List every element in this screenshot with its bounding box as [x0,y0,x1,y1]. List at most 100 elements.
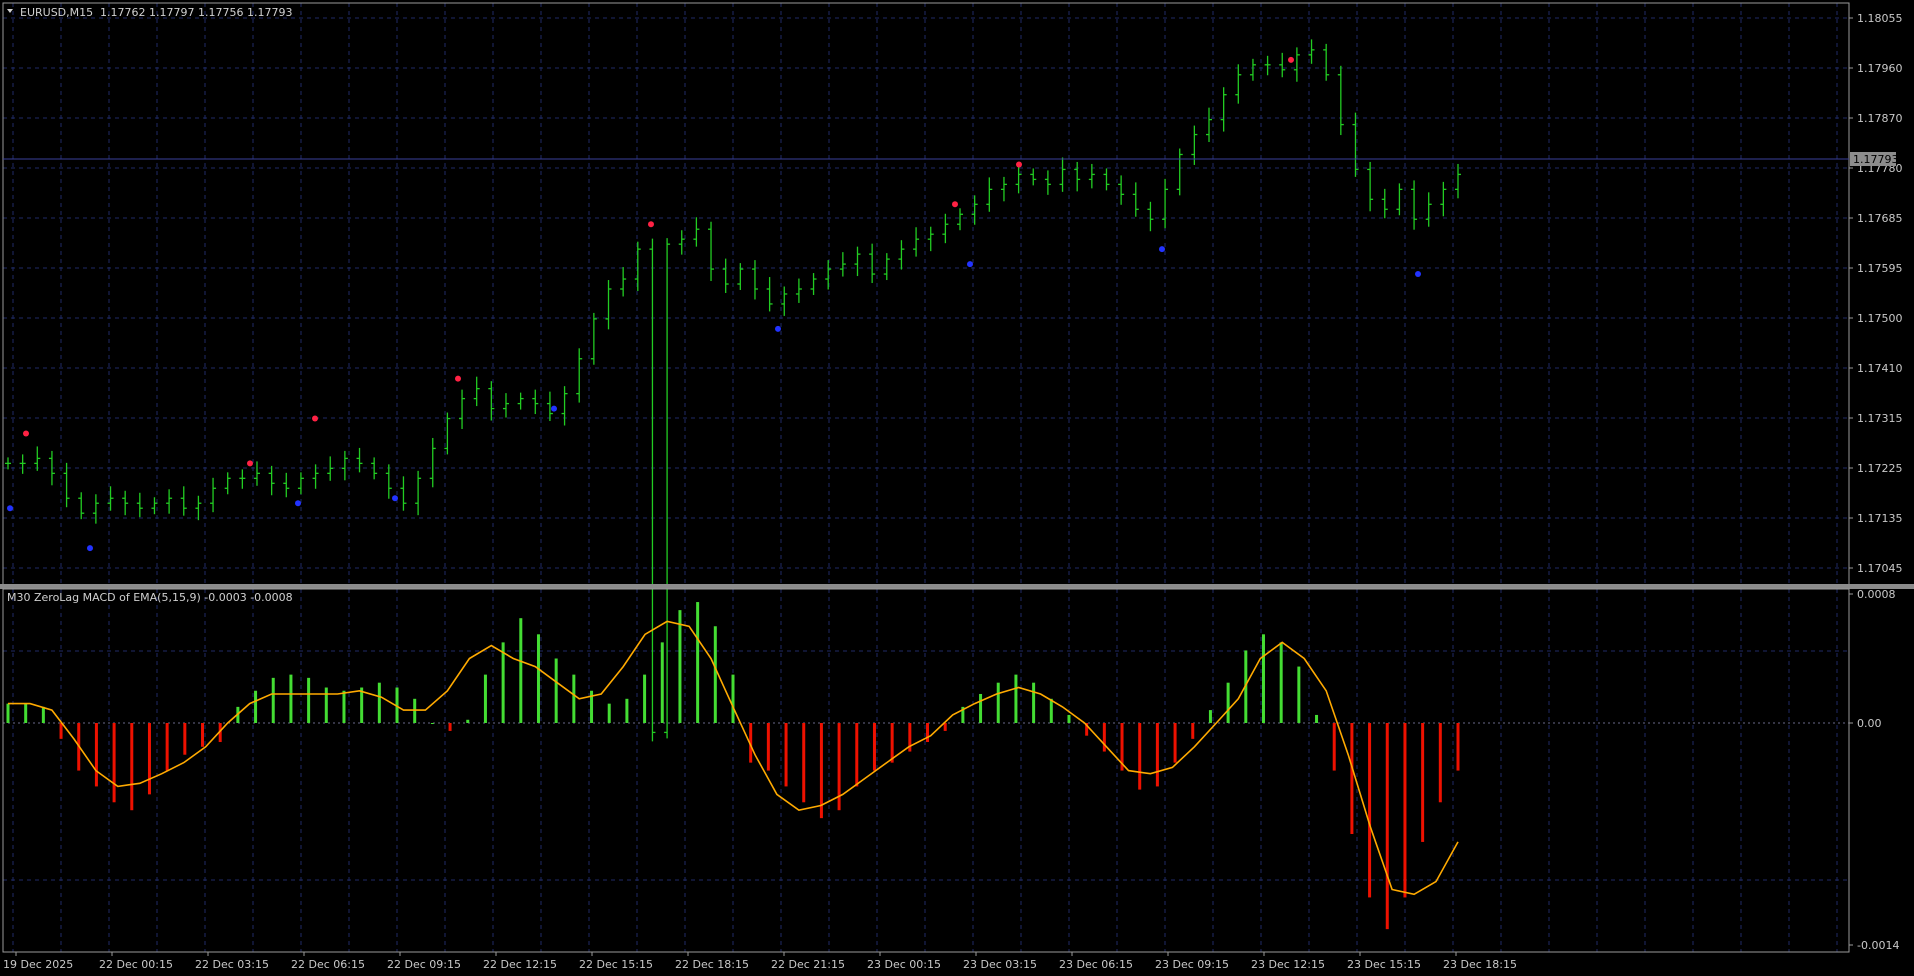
ohlc-quote-label: 1.17762 1.17797 1.17756 1.17793 [100,6,292,19]
macd-histogram-bar [1032,682,1036,723]
macd-histogram-bar [24,703,28,723]
macd-histogram-bar [1208,710,1212,723]
time-tick-label: 23 Dec 09:15 [1155,958,1229,971]
macd-indicator-label: M30 ZeroLag MACD of EMA(5,15,9) -0.0003 … [7,591,293,604]
macd-histogram-bar [660,642,664,723]
fractal-down-marker [967,261,973,268]
macd-histogram-bar [377,682,381,723]
macd-histogram-bar [607,703,611,723]
macd-histogram-bar [1456,723,1460,771]
macd-histogram-bar [1438,723,1442,803]
macd-histogram-bar [307,677,311,723]
macd-histogram-bar [572,674,576,723]
current-price-value: 1.17793 [1853,153,1899,166]
macd-histogram-bar [1049,698,1053,723]
fractal-down-marker [551,405,557,412]
fractal-up-marker [1288,56,1294,63]
macd-histogram-bar [1173,723,1177,763]
macd-histogram-bar [1315,714,1319,723]
fractal-down-marker [87,545,93,552]
macd-histogram-bar [802,723,806,803]
macd-histogram-bar [536,634,540,723]
price-tick-label: 1.17500 [1857,312,1903,325]
macd-histogram-bar [943,723,947,731]
time-tick-label: 22 Dec 21:15 [771,958,845,971]
price-tick-label: 1.17315 [1857,412,1903,425]
time-tick-label: 22 Dec 15:15 [579,958,653,971]
panel-splitter[interactable] [0,584,1914,589]
fractal-up-marker [1016,161,1022,168]
macd-histogram-bar [1403,723,1407,898]
macd-histogram-bar [147,723,151,795]
price-tick-label: 1.17225 [1857,462,1903,475]
macd-histogram-bar [731,674,735,723]
fractal-up-marker [23,430,29,437]
macd-histogram-bar [1155,723,1159,787]
macd-histogram-bar [1014,674,1018,723]
fractal-down-marker [1415,271,1421,278]
time-tick-label: 19 Dec 2025 [3,958,73,971]
price-tick-label: 1.17135 [1857,512,1903,525]
time-tick-label: 23 Dec 00:15 [867,958,941,971]
price-tick-label: 1.17960 [1857,62,1903,75]
macd-histogram-bar [1332,723,1336,771]
fractal-up-marker [648,221,654,228]
price-tick-label: 1.17410 [1857,362,1903,375]
macd-histogram-bar [112,723,116,803]
macd-histogram-bar [979,693,983,723]
trading-chart[interactable]: EURUSD,M15 1.17762 1.17797 1.17756 1.177… [0,0,1914,976]
price-tick-label: 1.18055 [1857,12,1903,25]
time-tick-label: 22 Dec 12:15 [483,958,557,971]
macd-histogram-bar [713,626,717,723]
macd-histogram-bar [130,723,134,811]
fractal-down-marker [775,325,781,332]
macd-histogram-bar [324,687,328,723]
macd-histogram-bar [890,723,894,763]
time-tick-label: 23 Dec 12:15 [1251,958,1325,971]
macd-histogram-bar [254,690,258,723]
macd-histogram-bar [59,723,63,739]
macd-histogram-bar [926,723,930,743]
macd-histogram-bar [1421,723,1425,842]
time-tick-label: 23 Dec 06:15 [1059,958,1133,971]
macd-tick-label: 0.00 [1857,717,1882,730]
macd-histogram-bar [289,674,293,723]
macd-histogram-bar [678,610,682,723]
macd-histogram-bar [201,723,205,747]
macd-histogram-bar [1297,666,1301,723]
macd-histogram-bar [784,723,788,787]
fractal-up-marker [952,201,958,208]
macd-histogram-bar [1067,714,1071,723]
macd-tick-label: 0.0008 [1857,588,1896,601]
macd-histogram-bar [1102,723,1106,752]
macd-histogram-bar [448,723,452,731]
price-tick-label: 1.17870 [1857,112,1903,125]
macd-histogram-bar [483,674,487,723]
time-tick-label: 22 Dec 18:15 [675,958,749,971]
macd-histogram-bar [342,690,346,723]
time-tick-label: 23 Dec 15:15 [1347,958,1421,971]
macd-histogram-bar [413,698,417,723]
macd-histogram-bar [696,602,700,723]
macd-histogram-bar [183,723,187,755]
current-price-tag: 1.17793 [1850,152,1899,166]
macd-histogram-bar [766,723,770,771]
macd-histogram-bar [1279,642,1283,723]
macd-histogram-bar [1385,723,1389,930]
fractal-up-marker [247,460,253,467]
macd-histogram-bar [1226,682,1230,723]
time-tick-label: 22 Dec 09:15 [387,958,461,971]
time-tick-label: 23 Dec 03:15 [963,958,1037,971]
macd-histogram-bar [1138,723,1142,790]
macd-histogram-bar [430,723,434,724]
price-tick-label: 1.17045 [1857,562,1903,575]
price-tick-label: 1.17595 [1857,262,1903,275]
macd-histogram-bar [554,658,558,723]
fractal-up-marker [312,415,318,422]
price-tick-label: 1.17685 [1857,212,1903,225]
time-tick-label: 22 Dec 06:15 [291,958,365,971]
symbol-timeframe-label: EURUSD,M15 [20,6,93,19]
fractal-down-marker [392,495,398,502]
macd-histogram-bar [625,698,629,723]
macd-histogram-bar [1191,723,1195,739]
